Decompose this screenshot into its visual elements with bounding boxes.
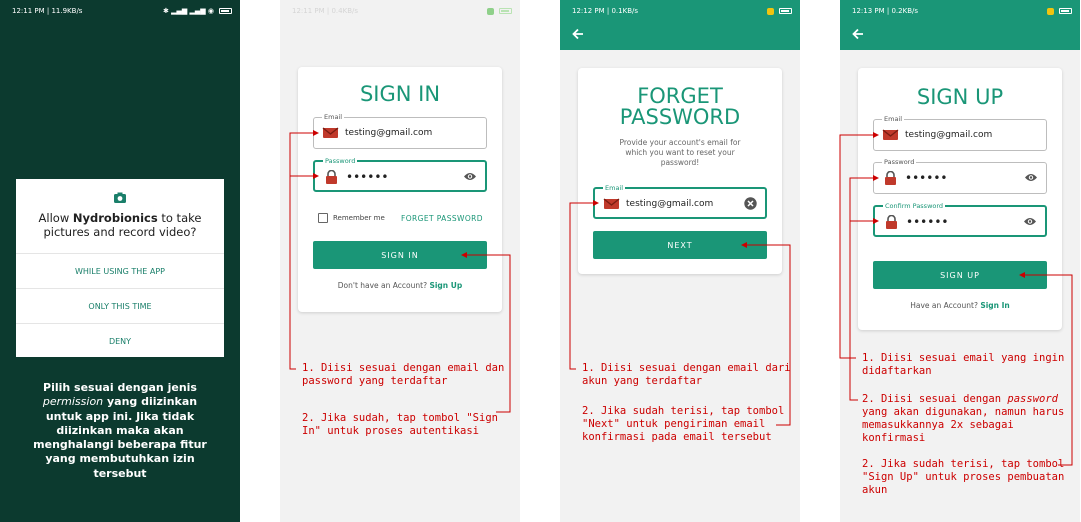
- battery-icon: [219, 8, 232, 14]
- permission-question: Allow Nydrobionics to take pictures and …: [16, 211, 224, 239]
- app-name: Nydrobionics: [72, 211, 158, 225]
- remember-checkbox[interactable]: [318, 213, 328, 223]
- permission-screen: 12:11 PM | 11.9KB/s ✱ ▂▄▆ ▂▄▆ ◉ Allow Ny…: [0, 0, 240, 522]
- email-field[interactable]: Email testing@gmail.com: [593, 183, 767, 219]
- next-button[interactable]: NEXT: [593, 231, 767, 259]
- sign-in-link[interactable]: Sign In: [980, 301, 1009, 310]
- status-icons: [483, 7, 512, 15]
- arrow-left-icon[interactable]: [850, 26, 866, 42]
- status-bar: 12:12 PM | 0.1KB/s: [560, 0, 800, 22]
- page-title: SIGN UP: [916, 85, 1004, 109]
- status-bar: 12:11 PM | 11.9KB/s ✱ ▂▄▆ ▂▄▆ ◉: [0, 0, 240, 22]
- notification-icon: [1047, 7, 1054, 15]
- status-time: 12:11 PM | 11.9KB/s: [12, 7, 83, 15]
- annotation-note: 2. Diisi sesuai dengan password yang aka…: [862, 393, 1072, 445]
- email-field[interactable]: Email testing@gmail.com: [873, 114, 1047, 151]
- email-value: testing@gmail.com: [626, 199, 714, 209]
- email-label: Email: [882, 114, 905, 124]
- only-this-time-button[interactable]: ONLY THIS TIME: [16, 288, 224, 323]
- sign-in-button[interactable]: SIGN IN: [313, 241, 487, 269]
- sign-in-card: SIGN IN Email testing@gmail.com Password…: [298, 67, 502, 312]
- password-field[interactable]: Password ••••••: [313, 156, 487, 192]
- page-title: SIGN IN: [359, 82, 441, 106]
- question-prefix: Allow: [38, 211, 73, 225]
- lock-icon: [886, 215, 897, 229]
- remember-label: Remember me: [333, 214, 385, 222]
- email-label: Email: [603, 183, 626, 193]
- note-part-a: 2. Diisi sesuai dengan: [862, 393, 1008, 405]
- page-title: FORGET PASSWORD: [619, 84, 741, 129]
- forget-password-link[interactable]: FORGET PASSWORD: [401, 214, 483, 223]
- forget-password-card: FORGET PASSWORD Provide your account's e…: [578, 68, 782, 274]
- eye-icon[interactable]: [463, 171, 477, 182]
- notification-icon: [767, 7, 774, 15]
- status-time: 12:11 PM | 0.4KB/s: [292, 7, 358, 15]
- status-bar: 12:13 PM | 0.2KB/s: [840, 0, 1080, 22]
- password-value: ••••••: [346, 170, 389, 184]
- status-bar: 12:11 PM | 0.4KB/s: [280, 0, 520, 22]
- password-field[interactable]: Password ••••••: [873, 157, 1047, 194]
- mail-icon: [603, 198, 620, 209]
- status-icons: ✱ ▂▄▆ ▂▄▆ ◉: [163, 7, 232, 15]
- camera-icon: [114, 192, 126, 203]
- sign-up-card: SIGN UP Email testing@gmail.com Password…: [858, 68, 1062, 330]
- confirm-password-field[interactable]: Confirm Password ••••••: [873, 201, 1047, 237]
- app-bar: 12:12 PM | 0.1KB/s: [560, 0, 800, 50]
- status-icons: [763, 7, 792, 15]
- annotation-note: 2. Jika sudah, tap tombol "Sign In" untu…: [302, 412, 498, 437]
- caption-part-a: Pilih sesuai dengan jenis: [43, 381, 197, 394]
- deny-button[interactable]: DENY: [16, 323, 224, 358]
- instruction-text: Provide your account's email for which y…: [619, 138, 741, 167]
- app-bar: 12:13 PM | 0.2KB/s: [840, 0, 1080, 50]
- lock-icon: [885, 171, 896, 185]
- status-time: 12:12 PM | 0.1KB/s: [572, 7, 638, 15]
- permission-caption: Pilih sesuai dengan jenis permission yan…: [28, 381, 212, 481]
- clear-icon[interactable]: [744, 197, 757, 210]
- annotation-note: 1. Diisi sesuai email yang ingin didafta…: [862, 352, 1065, 377]
- confirm-password-value: ••••••: [906, 215, 949, 229]
- annotation-note: 1. Diisi sesuai dengan email dan passwor…: [302, 362, 505, 387]
- caption-emphasis: permission: [42, 395, 104, 409]
- sign-up-link[interactable]: Sign Up: [429, 281, 462, 290]
- note-emphasis: password: [1007, 393, 1058, 405]
- annotation-note: 2. Jika sudah terisi, tap tombol "Sign U…: [862, 458, 1065, 496]
- signin-prompt-text: Have an Account?: [910, 301, 978, 310]
- battery-icon: [1059, 8, 1072, 14]
- arrow-left-icon[interactable]: [570, 26, 586, 42]
- notification-icon: [487, 7, 494, 15]
- sign-up-button[interactable]: SIGN UP: [873, 261, 1047, 289]
- annotation-note: 2. Jika sudah terisi, tap tombol "Next" …: [582, 405, 785, 443]
- status-time: 12:13 PM | 0.2KB/s: [852, 7, 918, 15]
- remember-me[interactable]: Remember me: [318, 213, 385, 223]
- signal-icons: ✱ ▂▄▆ ▂▄▆ ◉: [163, 7, 214, 15]
- battery-icon: [499, 8, 512, 14]
- eye-icon[interactable]: [1023, 216, 1037, 227]
- battery-icon: [779, 8, 792, 14]
- email-value: testing@gmail.com: [345, 128, 433, 138]
- password-value: ••••••: [905, 171, 948, 185]
- signup-prompt-text: Don't have an Account?: [337, 281, 428, 290]
- status-icons: [1043, 7, 1072, 15]
- note-part-b: yang akan digunakan, namun harus memasuk…: [862, 406, 1065, 444]
- signin-prompt: Have an Account? Sign In: [858, 301, 1062, 310]
- permission-dialog: Allow Nydrobionics to take pictures and …: [16, 179, 224, 357]
- while-using-app-button[interactable]: WHILE USING THE APP: [16, 253, 224, 288]
- email-field[interactable]: Email testing@gmail.com: [313, 112, 487, 149]
- eye-icon[interactable]: [1024, 172, 1038, 183]
- email-label: Email: [322, 112, 345, 122]
- annotation-note: 1. Diisi sesuai dengan email dari akun y…: [582, 362, 791, 387]
- sign-in-screen: 12:11 PM | 0.4KB/s SIGN IN Email testing…: [280, 0, 520, 522]
- email-value: testing@gmail.com: [905, 130, 993, 140]
- mail-icon: [882, 129, 899, 140]
- lock-icon: [326, 170, 337, 184]
- mail-icon: [322, 127, 339, 138]
- signup-prompt: Don't have an Account? Sign Up: [298, 281, 502, 290]
